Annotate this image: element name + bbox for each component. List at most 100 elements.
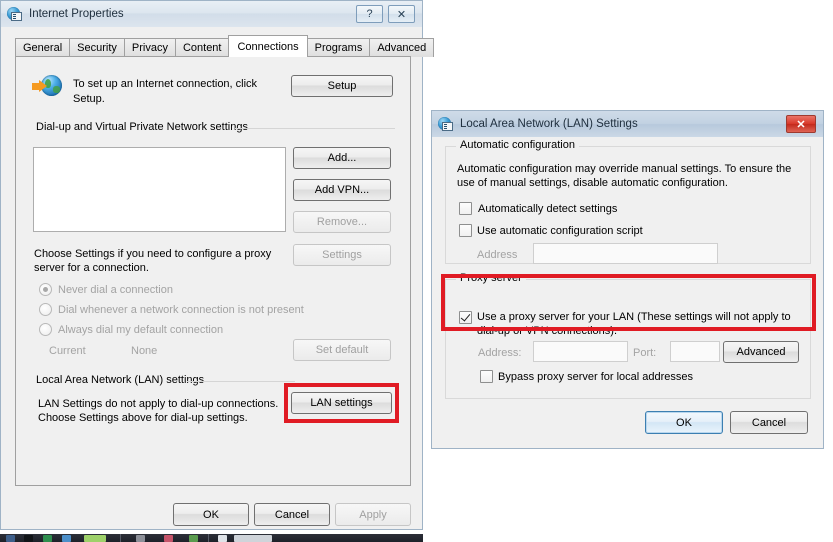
lan-settings-titlebar: Local Area Network (LAN) Settings ✕	[432, 111, 823, 137]
settings-button-label: Settings	[322, 249, 362, 261]
tab-advanced[interactable]: Advanced	[369, 38, 435, 57]
use-proxy-server-label-line1: Use a proxy server for your LAN (These s…	[477, 311, 791, 323]
use-config-script-checkbox[interactable]: Use automatic configuration script	[459, 224, 643, 237]
apply-button: Apply	[335, 503, 411, 526]
taskbar-icon	[136, 535, 145, 542]
cancel-button[interactable]: Cancel	[254, 503, 330, 526]
ok-button[interactable]: OK	[173, 503, 249, 526]
tab-label: Privacy	[131, 42, 168, 54]
tab-strip: General Security Privacy Content Connect…	[15, 35, 435, 57]
proxy-address-input[interactable]	[533, 341, 628, 362]
internet-properties-titlebar: Internet Properties ? ✕	[1, 1, 422, 27]
setup-button-label: Setup	[327, 80, 357, 92]
internet-properties-icon	[7, 6, 23, 22]
add-button[interactable]: Add...	[293, 147, 391, 169]
setup-button[interactable]: Setup	[291, 75, 393, 97]
automatic-configuration-description: Automatic configuration may override man…	[457, 162, 791, 190]
lan-settings-title: Local Area Network (LAN) Settings	[460, 118, 638, 130]
remove-button-label: Remove...	[316, 216, 368, 228]
advanced-button[interactable]: Advanced	[723, 341, 799, 363]
setup-description-text: To set up an Internet connection, click …	[73, 78, 258, 105]
tab-connections[interactable]: Connections	[228, 35, 308, 57]
close-icon[interactable]: ✕	[786, 115, 816, 133]
tab-content[interactable]: Content	[174, 38, 230, 57]
lan-group-line1: LAN Settings do not apply to dial-up con…	[38, 398, 279, 410]
taskbar-icon	[43, 535, 52, 542]
radio-dial-whenever-indicator	[39, 303, 52, 316]
radio-always-dial[interactable]: Always dial my default connection	[39, 323, 223, 336]
set-default-button-label: Set default	[315, 344, 369, 356]
tab-label: Security	[77, 42, 117, 54]
automatic-configuration-label: Automatic configuration	[456, 139, 579, 151]
help-button[interactable]: ?	[356, 5, 383, 23]
taskbar-icon	[62, 535, 71, 542]
add-vpn-button[interactable]: Add VPN...	[293, 179, 391, 201]
set-default-button: Set default	[293, 339, 391, 361]
auto-detect-settings-label: Automatically detect settings	[478, 202, 618, 215]
tab-label: Programs	[314, 42, 363, 54]
tab-label: Advanced	[377, 42, 427, 54]
proxy-server-label: Proxy server	[456, 272, 526, 284]
lan-settings-icon	[438, 116, 454, 132]
auto-config-desc-line1: Automatic configuration may override man…	[457, 163, 792, 175]
lan-settings-dialog: Local Area Network (LAN) Settings ✕ Auto…	[431, 110, 824, 449]
auto-detect-settings-checkbox[interactable]: Automatically detect settings	[459, 202, 617, 215]
add-vpn-button-label: Add VPN...	[314, 184, 370, 196]
taskbar-icon	[6, 535, 15, 542]
lan-group-line2: Choose Settings above for dial-up settin…	[38, 412, 248, 424]
script-address-input[interactable]	[533, 243, 718, 264]
tab-label: Content	[182, 42, 222, 54]
tab-programs[interactable]: Programs	[306, 38, 371, 57]
taskbar-sliver	[0, 534, 423, 542]
taskbar-separator	[120, 534, 121, 542]
tab-label: Connections	[237, 40, 299, 53]
checkbox-indicator	[459, 224, 472, 237]
add-button-label: Add...	[327, 152, 357, 164]
setup-description: To set up an Internet connection, click …	[73, 77, 273, 107]
lan-settings-button-label: LAN settings	[310, 397, 373, 409]
proxy-address-label-text: Address:	[478, 347, 522, 359]
lan-group-line	[187, 381, 295, 382]
lan-group-label: Local Area Network (LAN) settings	[32, 374, 209, 386]
dialup-group-label: Dial-up and Virtual Private Network sett…	[32, 121, 252, 133]
use-proxy-server-label-line2: dial-up or VPN connections).	[477, 325, 618, 337]
checkbox-indicator	[480, 370, 493, 383]
tab-privacy[interactable]: Privacy	[123, 38, 176, 57]
script-address-label: Address	[477, 249, 518, 261]
taskbar-icon	[189, 535, 198, 542]
taskbar-icon	[234, 535, 272, 542]
remove-button: Remove...	[293, 211, 391, 233]
proxy-port-input[interactable]	[670, 341, 720, 362]
checkbox-indicator	[459, 311, 472, 324]
tab-general[interactable]: General	[15, 38, 71, 57]
taskbar-separator	[208, 534, 209, 542]
taskbar-icon	[24, 535, 33, 542]
lan-cancel-button[interactable]: Cancel	[730, 411, 808, 434]
tab-label: General	[23, 42, 63, 54]
cancel-button-label: Cancel	[274, 508, 310, 521]
proxy-port-label: Port:	[633, 347, 657, 359]
current-value: None	[131, 345, 158, 357]
apply-button-label: Apply	[359, 508, 387, 521]
use-config-script-label: Use automatic configuration script	[477, 224, 643, 237]
ok-button-label: OK	[203, 508, 219, 521]
close-icon[interactable]: ✕	[388, 5, 415, 23]
choose-settings-line2: server for a connection.	[34, 262, 149, 274]
dialup-group-line	[235, 128, 395, 129]
radio-never-dial[interactable]: Never dial a connection	[39, 283, 173, 296]
radio-never-dial-label: Never dial a connection	[58, 283, 173, 296]
lan-ok-button[interactable]: OK	[645, 411, 723, 434]
choose-settings-text: Choose Settings if you need to configure…	[34, 247, 271, 275]
lan-cancel-button-label: Cancel	[751, 416, 787, 429]
dialup-connections-list[interactable]	[33, 147, 286, 232]
tab-security[interactable]: Security	[69, 38, 125, 57]
radio-always-dial-indicator	[39, 323, 52, 336]
use-proxy-server-checkbox[interactable]: Use a proxy server for your LAN (These s…	[459, 310, 791, 338]
lan-group-text: LAN Settings do not apply to dial-up con…	[38, 397, 278, 425]
taskbar-icon	[218, 535, 227, 542]
lan-settings-button[interactable]: LAN settings	[291, 392, 392, 414]
bypass-proxy-checkbox[interactable]: Bypass proxy server for local addresses	[480, 370, 693, 383]
radio-dial-whenever[interactable]: Dial whenever a network connection is no…	[39, 303, 304, 316]
radio-never-dial-indicator	[39, 283, 52, 296]
taskbar-icon	[84, 535, 106, 542]
